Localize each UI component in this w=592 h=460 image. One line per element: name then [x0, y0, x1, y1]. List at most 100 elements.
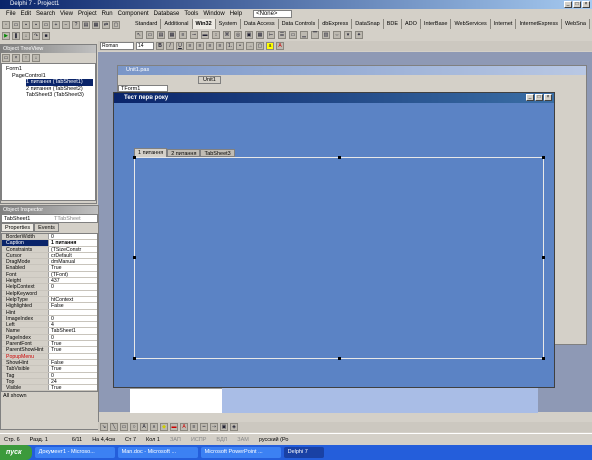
menu-edit[interactable]: Edit [21, 11, 31, 17]
delete-icon[interactable]: × [12, 54, 20, 62]
inspector-prop-value[interactable]: 0 [48, 372, 97, 378]
inspector-prop-value[interactable]: 437 [48, 278, 97, 284]
indent-icon[interactable]: → [246, 42, 254, 50]
help-icon[interactable]: ? [72, 21, 80, 29]
hotkey-icon[interactable]: ⌘ [223, 31, 231, 39]
new-icon[interactable]: ▫ [2, 21, 10, 29]
inspector-prop-value[interactable]: (TSizeConstr [48, 246, 97, 252]
palette-tab-websnap[interactable]: WebSna [562, 19, 590, 29]
xpmanifest-icon[interactable]: ✦ [355, 31, 363, 39]
minimize-button[interactable]: _ [564, 1, 572, 8]
tabcontrol-icon[interactable]: ▭ [146, 31, 154, 39]
run-icon[interactable]: ▶ [2, 32, 10, 40]
wordart-icon[interactable]: ᴀ [150, 423, 158, 431]
animate-icon[interactable]: ◎ [234, 31, 242, 39]
pagescroller-icon[interactable]: ⇔ [333, 31, 341, 39]
form-maximize-button[interactable]: □ [535, 94, 543, 101]
toggle-icon[interactable]: ⇄ [102, 21, 110, 29]
menu-project[interactable]: Project [78, 11, 97, 17]
palette-tab-datasnap[interactable]: DataSnap [352, 19, 384, 29]
italic-icon[interactable]: I [166, 42, 174, 50]
tab-sheet2[interactable]: 2 питання [167, 149, 201, 157]
border-icon[interactable]: ▢ [256, 42, 264, 50]
inspector-prop-value[interactable]: 0 [48, 234, 97, 240]
form-minimize-button[interactable]: _ [526, 94, 534, 101]
tab-sheet1[interactable]: 1 питання [134, 148, 168, 157]
underline-icon[interactable]: U [176, 42, 184, 50]
inspector-row[interactable]: Visible True [2, 385, 97, 392]
inspector-prop-value[interactable]: (TFont) [48, 271, 97, 278]
inspector-prop-value[interactable]: dmManual [48, 259, 97, 265]
new-form-icon[interactable]: ▢ [112, 21, 120, 29]
menu-run[interactable]: Run [102, 11, 113, 17]
tree-node-tabsheet3[interactable]: TabSheet3 (TabSheet3) [4, 92, 93, 99]
line-style-icon[interactable]: ≡ [190, 423, 198, 431]
pause-icon[interactable]: ❚ [12, 32, 20, 40]
open-project-icon[interactable]: ▭ [42, 21, 50, 29]
inspector-prop-value[interactable]: True [48, 265, 97, 271]
palette-tab-webservices[interactable]: WebServices [451, 19, 491, 29]
3d-icon[interactable]: ◈ [230, 423, 238, 431]
coolbar-icon[interactable]: ▥ [322, 31, 330, 39]
progressbar-icon[interactable]: ▬ [201, 31, 209, 39]
pointer-icon[interactable]: ↖ [135, 31, 143, 39]
palette-tab-bde[interactable]: BDE [384, 19, 402, 29]
font-color-icon[interactable]: A [276, 42, 284, 50]
selection-handle[interactable] [338, 357, 341, 360]
palette-tab-system[interactable]: System [216, 19, 241, 29]
taskbar-item-powerpoint[interactable]: Microsoft PowerPoint ... [200, 447, 281, 458]
align-center-icon[interactable]: ≡ [196, 42, 204, 50]
shadow-icon[interactable]: ▣ [220, 423, 228, 431]
comboboxex-icon[interactable]: ▾ [344, 31, 352, 39]
inspector-prop-value[interactable] [48, 309, 97, 315]
trace-into-icon[interactable]: ↓ [22, 32, 30, 40]
palette-tab-win32[interactable]: Win32 [192, 19, 216, 29]
palette-tab-internetexpress[interactable]: InternetExpress [516, 19, 562, 29]
inspector-prop-value[interactable]: TabSheet1 [48, 328, 97, 334]
inspector-prop-value[interactable]: True [48, 341, 97, 347]
taskbar-item-word1[interactable]: Документ1 - Microso... [34, 447, 115, 458]
stop-icon[interactable]: ■ [42, 32, 50, 40]
treeview-icon[interactable]: ⊢ [267, 31, 275, 39]
menu-help[interactable]: Help [230, 11, 242, 17]
inspector-prop-value[interactable]: 24 [48, 378, 97, 385]
selection-handle[interactable] [338, 156, 341, 159]
selection-handle[interactable] [133, 357, 136, 360]
font-size-combo[interactable]: 14 [136, 42, 154, 50]
save-all-icon[interactable]: ▪ [32, 21, 40, 29]
oval-icon[interactable]: ○ [130, 423, 138, 431]
close-button[interactable]: × [582, 1, 590, 8]
menu-window[interactable]: Window [203, 11, 224, 17]
folder-icon[interactable]: ▭ [2, 54, 10, 62]
arrow-style-icon[interactable]: ⇢ [210, 423, 218, 431]
selection-handle[interactable] [542, 256, 545, 259]
designer-form[interactable]: Тест перв року _ □ × 1 питання 2 питання… [113, 92, 555, 388]
justify-icon[interactable]: ≡ [216, 42, 224, 50]
selection-handle[interactable] [133, 156, 136, 159]
selection-handle[interactable] [542, 156, 545, 159]
text-color-icon[interactable]: A [180, 423, 188, 431]
inspector-prop-value[interactable]: htContext [48, 296, 97, 303]
arrow-icon[interactable]: ↘ [100, 423, 108, 431]
move-up-icon[interactable]: ↑ [22, 54, 30, 62]
palette-tab-data-controls[interactable]: Data Controls [279, 19, 320, 29]
view-unit-icon[interactable]: ▤ [82, 21, 90, 29]
inspector-prop-value[interactable]: 0 [48, 334, 97, 341]
open-icon[interactable]: ▭ [12, 21, 20, 29]
toolbar-icon[interactable]: ▔ [311, 31, 319, 39]
unit-tab[interactable]: Unit1 [198, 75, 221, 84]
step-over-icon[interactable]: ↷ [32, 32, 40, 40]
inspector-selector[interactable]: TabSheet1 TTabSheet [1, 214, 98, 223]
maximize-button[interactable]: □ [573, 1, 581, 8]
inspector-prop-value[interactable]: crDefault [48, 252, 97, 259]
inspector-prop-value[interactable]: False [48, 359, 97, 366]
form-close-button[interactable]: × [544, 94, 552, 101]
selection-handle[interactable] [542, 357, 545, 360]
bullets-icon[interactable]: • [236, 42, 244, 50]
inspector-prop-value[interactable]: True [48, 366, 97, 372]
pagecontrol-icon[interactable]: ▤ [157, 31, 165, 39]
bold-icon[interactable]: B [156, 42, 164, 50]
align-left-icon[interactable]: ≡ [186, 42, 194, 50]
palette-tab-standard[interactable]: Standard [132, 19, 162, 29]
numbering-icon[interactable]: ⒈ [226, 42, 234, 50]
